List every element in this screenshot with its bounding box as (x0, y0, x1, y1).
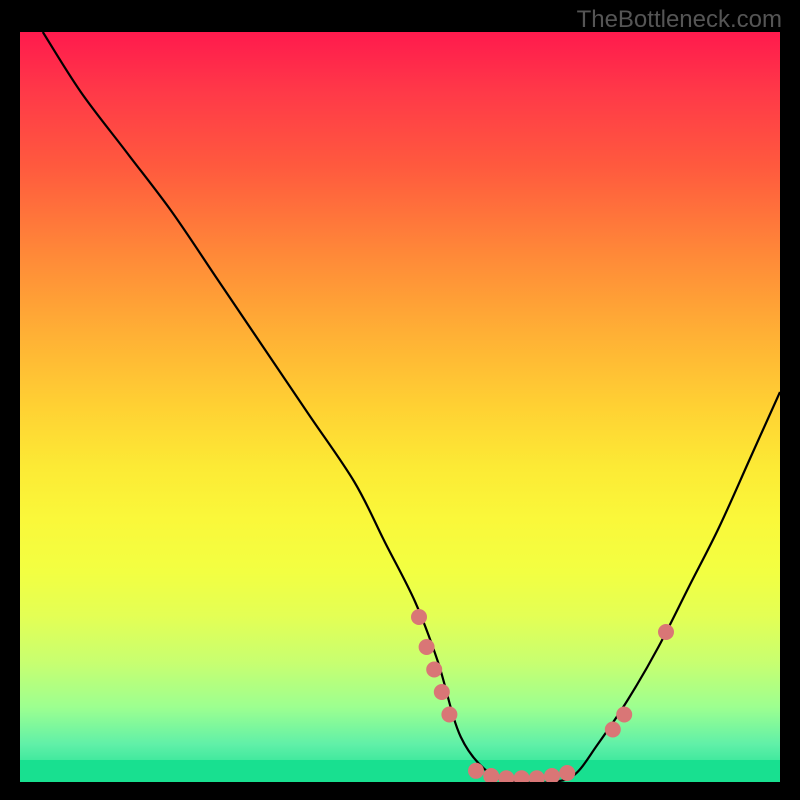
data-point (658, 624, 674, 640)
data-point (434, 684, 450, 700)
bottleneck-curve (43, 32, 780, 782)
plot-area (20, 32, 780, 782)
data-point (616, 707, 632, 723)
data-point (498, 770, 514, 782)
data-point (544, 768, 560, 782)
data-point (605, 722, 621, 738)
data-point (441, 707, 457, 723)
data-points-group (411, 609, 674, 782)
data-point (426, 662, 442, 678)
data-point (529, 770, 545, 782)
data-point (559, 765, 575, 781)
data-point (411, 609, 427, 625)
data-point (514, 770, 530, 782)
data-point (468, 763, 484, 779)
watermark-text: TheBottleneck.com (577, 6, 782, 34)
chart-svg (20, 32, 780, 782)
data-point (419, 639, 435, 655)
